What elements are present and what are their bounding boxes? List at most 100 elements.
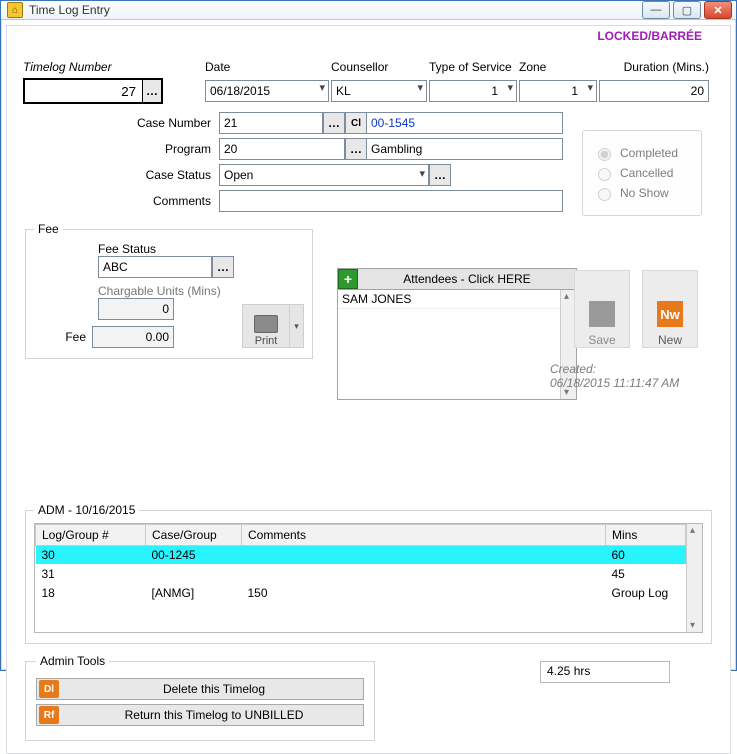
adm-legend: ADM - 10/16/2015 xyxy=(34,503,139,517)
table-row[interactable]: 3000-1245 60 xyxy=(36,546,686,565)
return-unbilled-button[interactable]: Rf Return this Timelog to UNBILLED xyxy=(36,704,364,726)
fee-status-label: Fee Status xyxy=(98,242,234,256)
case-status-label: Case Status xyxy=(23,168,219,182)
client-area: LOCKED/BARRÉE Timelog Number Date Counse… xyxy=(6,25,731,754)
completed-radio[interactable] xyxy=(598,148,611,161)
delete-badge-icon: Dl xyxy=(39,680,59,698)
timelog-number-lookup-button[interactable]: … xyxy=(142,80,161,102)
delete-timelog-button[interactable]: Dl Delete this Timelog xyxy=(36,678,364,700)
comments-label: Comments xyxy=(23,194,219,208)
table-cell: 31 xyxy=(36,565,146,584)
fee-legend: Fee xyxy=(34,222,63,236)
zone-label: Zone xyxy=(519,60,597,76)
fee-group: Fee Fee Status … Chargable Units (Mins) … xyxy=(25,222,313,359)
created-value: 06/18/2015 11:11:47 AM xyxy=(550,376,700,390)
created-info: Created: 06/18/2015 11:11:47 AM xyxy=(550,362,700,390)
table-row[interactable]: 31 45 xyxy=(36,565,686,584)
window-title: Time Log Entry xyxy=(29,3,642,17)
date-input[interactable] xyxy=(205,80,329,102)
fee-label: Fee xyxy=(34,330,92,344)
table-cell xyxy=(242,546,606,565)
attendees-header[interactable]: Attendees - Click HERE xyxy=(358,272,576,286)
table-cell: 30 xyxy=(36,546,146,565)
timelog-number-input[interactable] xyxy=(25,80,142,102)
printer-icon xyxy=(254,315,278,333)
chargable-units-input xyxy=(98,298,174,320)
attendees-list[interactable]: SAM JONES xyxy=(337,290,577,400)
table-cell: [ANMG] xyxy=(146,584,242,603)
case-number-input[interactable] xyxy=(219,112,323,134)
return-badge-icon: Rf xyxy=(39,706,59,724)
timelog-number-field-wrap: … xyxy=(23,78,163,104)
counsellor-input[interactable] xyxy=(331,80,427,102)
table-cell: Group Log xyxy=(606,584,686,603)
return-unbilled-label: Return this Timelog to UNBILLED xyxy=(65,708,363,722)
case-status-input[interactable] xyxy=(219,164,429,186)
cl-button[interactable]: Cl xyxy=(345,112,367,134)
adm-grid[interactable]: Log/Group # Case/Group Comments Mins 300… xyxy=(34,523,703,633)
print-label: Print xyxy=(255,335,278,347)
table-cell xyxy=(146,565,242,584)
print-button[interactable]: Print xyxy=(242,304,290,348)
case-status-lookup-button[interactable]: … xyxy=(429,164,451,186)
status-panel: Completed Cancelled No Show xyxy=(582,130,702,216)
new-button[interactable]: Nw New xyxy=(642,270,698,348)
completed-label: Completed xyxy=(620,146,678,160)
maximize-button[interactable]: ▢ xyxy=(673,1,701,19)
col-mins[interactable]: Mins xyxy=(606,525,686,546)
timelog-number-label: Timelog Number xyxy=(23,60,203,76)
save-label: Save xyxy=(588,333,615,347)
adm-scrollbar[interactable] xyxy=(686,524,702,632)
save-button[interactable]: Save xyxy=(574,270,630,348)
table-cell xyxy=(242,565,606,584)
titlebar: ⌂ Time Log Entry — ▢ ✕ xyxy=(1,1,736,20)
attendees-panel: + Attendees - Click HERE SAM JONES xyxy=(337,268,577,400)
add-attendee-button[interactable]: + xyxy=(338,269,358,289)
new-label: New xyxy=(658,333,682,347)
adm-group: ADM - 10/16/2015 Log/Group # Case/Group … xyxy=(25,503,712,644)
program-lookup-button[interactable]: … xyxy=(345,138,367,160)
fee-status-input[interactable] xyxy=(98,256,212,278)
close-button[interactable]: ✕ xyxy=(704,1,732,19)
case-number-lookup-button[interactable]: … xyxy=(323,112,345,134)
program-label: Program xyxy=(23,142,219,156)
program-input[interactable] xyxy=(219,138,345,160)
table-cell: 00-1245 xyxy=(146,546,242,565)
admin-tools-group: Admin Tools Dl Delete this Timelog Rf Re… xyxy=(25,654,375,741)
type-of-service-input[interactable] xyxy=(429,80,517,102)
comments-input[interactable] xyxy=(219,190,563,212)
counsellor-label: Counsellor xyxy=(331,60,427,76)
table-cell: 150 xyxy=(242,584,606,603)
fee-status-lookup-button[interactable]: … xyxy=(212,256,234,278)
cancelled-label: Cancelled xyxy=(620,166,673,180)
program-text: Gambling xyxy=(367,138,563,160)
duration-input[interactable] xyxy=(599,80,709,102)
duration-label: Duration (Mins.) xyxy=(599,60,709,76)
admin-tools-legend: Admin Tools xyxy=(36,654,109,668)
table-cell: 18 xyxy=(36,584,146,603)
locked-banner: LOCKED/BARRÉE xyxy=(597,29,702,43)
fee-input xyxy=(92,326,174,348)
app-icon: ⌂ xyxy=(7,2,23,18)
table-cell: 60 xyxy=(606,546,686,565)
table-row[interactable]: 18[ANMG]150Group Log xyxy=(36,584,686,603)
col-case-group[interactable]: Case/Group xyxy=(146,525,242,546)
col-comments[interactable]: Comments xyxy=(242,525,606,546)
total-hours-box: 4.25 hrs xyxy=(540,661,670,683)
case-link[interactable]: 00-1545 xyxy=(367,112,563,134)
table-cell: 45 xyxy=(606,565,686,584)
cancelled-radio[interactable] xyxy=(598,168,611,181)
chargable-units-label: Chargable Units (Mins) xyxy=(98,284,234,298)
save-icon xyxy=(589,301,615,327)
minimize-button[interactable]: — xyxy=(642,1,670,19)
noshow-label: No Show xyxy=(620,186,669,200)
zone-input[interactable] xyxy=(519,80,597,102)
case-number-label: Case Number xyxy=(23,116,219,130)
noshow-radio[interactable] xyxy=(598,188,611,201)
print-dropdown-button[interactable]: ▾ xyxy=(290,304,304,348)
time-log-entry-window: ⌂ Time Log Entry — ▢ ✕ LOCKED/BARRÉE Tim… xyxy=(0,0,737,671)
attendee-item[interactable]: SAM JONES xyxy=(338,290,576,309)
type-of-service-label: Type of Service xyxy=(429,60,517,76)
col-log-group[interactable]: Log/Group # xyxy=(36,525,146,546)
created-label: Created: xyxy=(550,362,700,376)
